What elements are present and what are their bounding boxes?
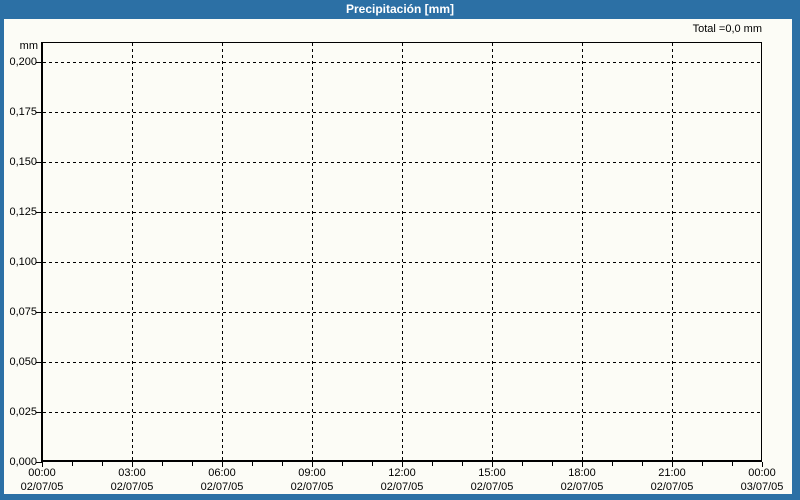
plot-area <box>41 42 762 462</box>
y-axis-unit-label: mm <box>19 40 38 52</box>
chart-title: Precipitación [mm] <box>345 2 455 16</box>
title-bar: Precipitación [mm] <box>0 0 800 19</box>
total-label: Total =0,0 mm <box>692 23 762 35</box>
chart-panel: Precipitación [mm] Total =0,0 mm mm 0,20… <box>0 0 800 500</box>
